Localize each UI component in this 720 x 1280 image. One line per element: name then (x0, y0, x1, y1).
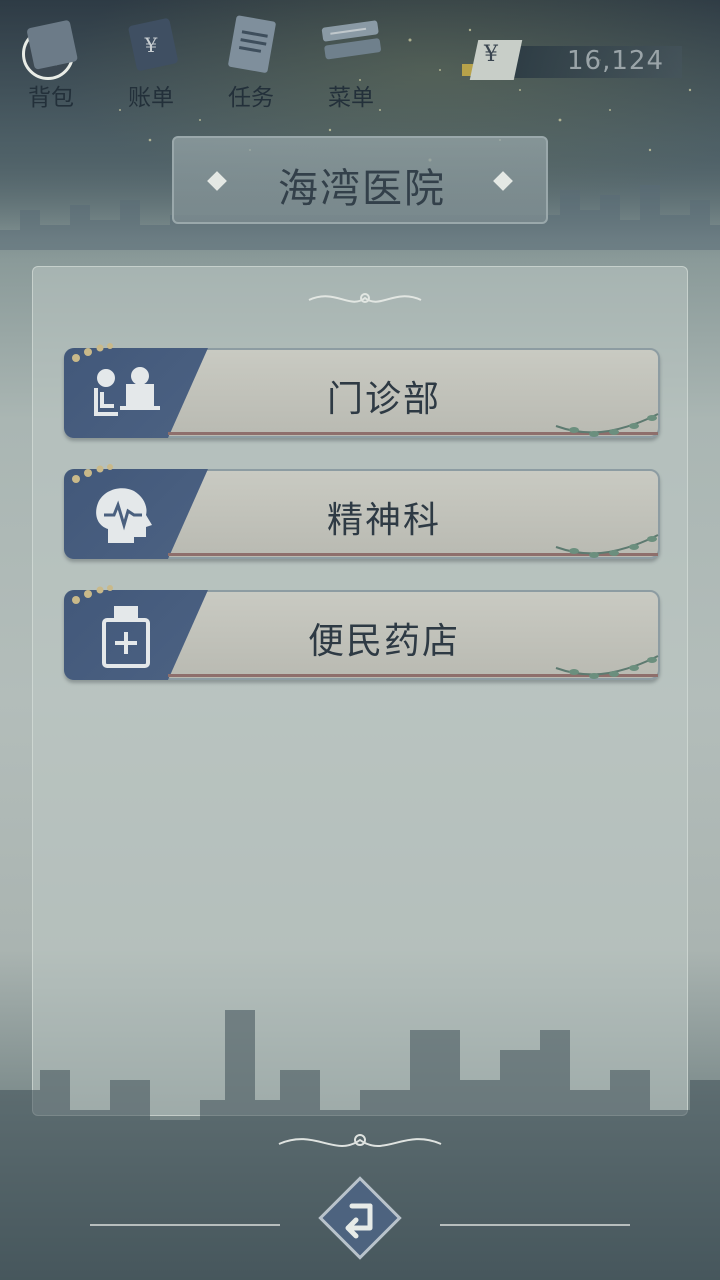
bottom-divider-left (90, 1224, 280, 1226)
back-button[interactable] (312, 1170, 408, 1266)
menu-bill-button[interactable]: ¥ 账单 (106, 12, 196, 111)
doctor-patient-icon (94, 367, 160, 416)
vine-decoration (555, 413, 659, 437)
game-screen: 背包 ¥ 账单 任务 菜单 ¥ 16,124 海湾医院 门诊部 精神科 便民药店 (0, 0, 720, 1280)
menu-menu-button[interactable]: 菜单 (306, 12, 396, 111)
department-label: 门诊部 (326, 379, 441, 420)
currency-value: 16,124 (567, 46, 664, 76)
currency-display: ¥ 16,124 (462, 40, 682, 80)
department-label: 便民药店 (307, 621, 460, 662)
svg-text:¥: ¥ (144, 33, 158, 57)
flourish-ornament (308, 293, 422, 303)
bottom-divider-right (440, 1224, 630, 1226)
back-arrow-icon (318, 1176, 402, 1260)
location-title-plaque: 海湾医院 (172, 136, 548, 224)
head-pulse-icon (96, 488, 152, 543)
menu-icon (321, 20, 381, 60)
yen-icon: ¥ (484, 42, 498, 67)
medicine-bottle-icon (102, 606, 150, 668)
location-title: 海湾医院 (278, 166, 446, 212)
task-icon (228, 15, 276, 73)
department-pharmacy-button[interactable]: 便民药店 (64, 585, 660, 682)
bill-icon: ¥ (128, 18, 178, 71)
menu-bag-button[interactable]: 背包 (6, 12, 96, 111)
department-label: 精神科 (326, 500, 441, 541)
menu-task-label: 任务 (228, 85, 274, 111)
department-psychiatry-button[interactable]: 精神科 (64, 464, 660, 561)
vine-decoration (555, 655, 659, 679)
bag-icon (27, 20, 78, 70)
menu-bill-label: 账单 (128, 85, 174, 111)
menu-bag-label: 背包 (28, 85, 74, 111)
department-outpatient-button[interactable]: 门诊部 (64, 343, 660, 440)
menu-menu-label: 菜单 (328, 85, 374, 111)
bottom-flourish-ornament (278, 1134, 442, 1147)
menu-task-button[interactable]: 任务 (206, 12, 296, 111)
top-bar: 背包 ¥ 账单 任务 菜单 ¥ 16,124 (0, 0, 720, 111)
vine-decoration (555, 534, 659, 558)
